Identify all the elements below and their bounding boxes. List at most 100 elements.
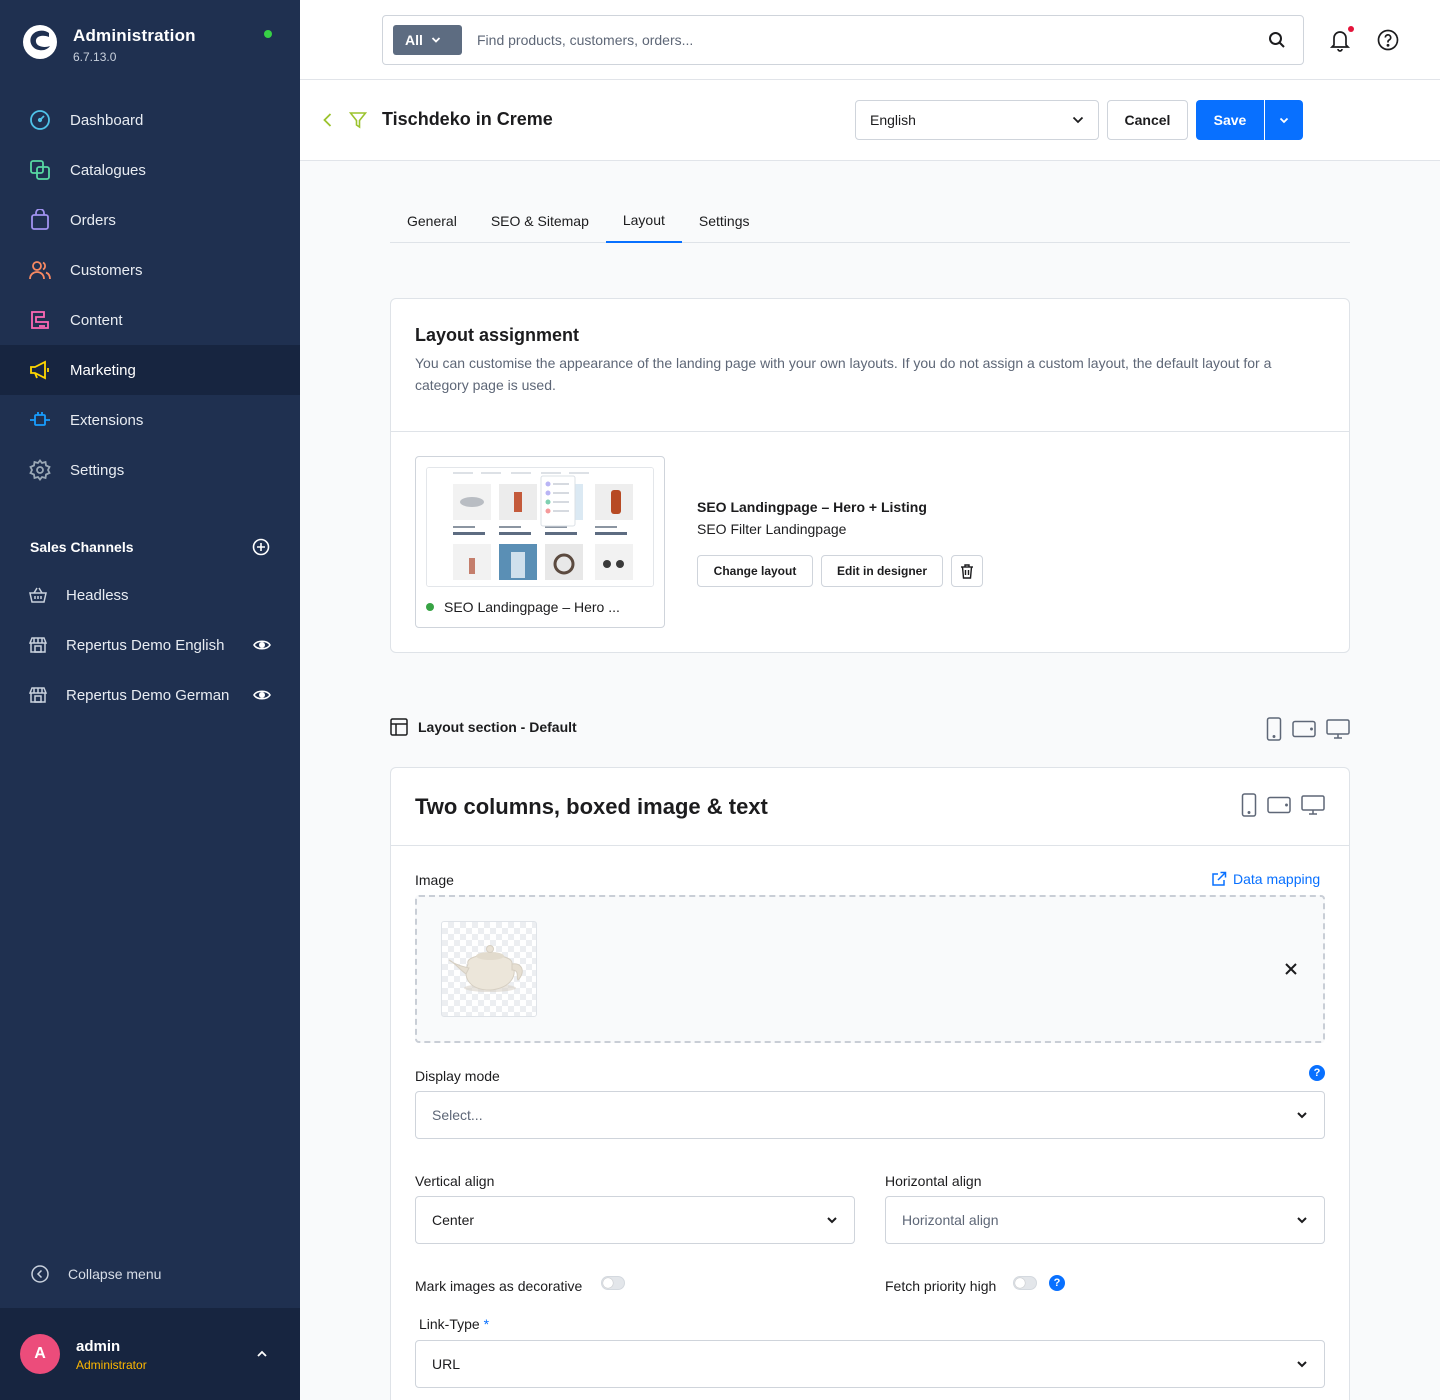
- layout-assignment-header: Layout assignment You can customise the …: [391, 299, 1349, 432]
- sales-channel-repertus-german[interactable]: Repertus Demo German: [0, 670, 300, 720]
- gear-icon: [28, 458, 52, 482]
- add-sales-channel-icon[interactable]: [252, 538, 270, 556]
- save-options-button[interactable]: [1265, 100, 1303, 140]
- help-icon[interactable]: ?: [1309, 1065, 1325, 1081]
- layout-assignment-title: Layout assignment: [415, 325, 580, 345]
- chevron-left-circle-icon: [31, 1265, 49, 1283]
- chevron-down-icon: [1297, 1112, 1307, 1119]
- avatar: A: [20, 1334, 60, 1374]
- sidebar-item-label: Dashboard: [70, 111, 144, 129]
- eye-icon[interactable]: [252, 685, 272, 705]
- storefront-icon: [28, 635, 48, 655]
- block-title: Two columns, boxed image & text: [415, 794, 768, 819]
- sidebar-item-settings[interactable]: Settings: [0, 445, 300, 495]
- basket-icon: [28, 585, 48, 605]
- sales-channel-label: Repertus Demo English: [66, 636, 225, 654]
- chevron-down-icon: [1279, 117, 1289, 123]
- search-type-select[interactable]: All: [393, 25, 462, 55]
- tab-settings[interactable]: Settings: [682, 200, 767, 243]
- sidebar-item-label: Marketing: [70, 361, 136, 379]
- tab-general[interactable]: General: [390, 200, 474, 243]
- eye-icon[interactable]: [252, 635, 272, 655]
- sidebar-item-label: Content: [70, 311, 123, 329]
- display-mode-value: Select...: [432, 1107, 483, 1123]
- mobile-icon[interactable]: [1241, 793, 1257, 817]
- display-mode-select[interactable]: Select...: [415, 1091, 1325, 1139]
- sidebar-item-extensions[interactable]: Extensions: [0, 395, 300, 445]
- app-title: Administration: [73, 26, 196, 45]
- edit-in-designer-button[interactable]: Edit in designer: [821, 555, 943, 587]
- tablet-icon[interactable]: [1292, 720, 1316, 738]
- image-thumbnail[interactable]: [441, 921, 537, 1017]
- image-dropzone[interactable]: [415, 895, 1325, 1043]
- page-header: Tischdeko in Creme English Cancel Save: [300, 80, 1440, 161]
- search-input[interactable]: [477, 32, 1267, 48]
- vertical-align-label: Vertical align: [415, 1173, 495, 1189]
- language-value: English: [870, 112, 916, 128]
- collapse-menu-button[interactable]: Collapse menu: [30, 1264, 161, 1284]
- vertical-align-value: Center: [432, 1212, 475, 1228]
- layout-section-header: Layout section - Default: [390, 718, 577, 736]
- cancel-button[interactable]: Cancel: [1107, 100, 1188, 140]
- sidebar-item-catalogues[interactable]: Catalogues: [0, 145, 300, 195]
- sidebar-item-label: Extensions: [70, 411, 144, 429]
- desktop-icon[interactable]: [1301, 795, 1325, 815]
- sidebar-item-customers[interactable]: Customers: [0, 245, 300, 295]
- sidebar-item-marketing[interactable]: Marketing: [0, 345, 300, 395]
- block-config-header: Two columns, boxed image & text: [391, 768, 1349, 846]
- link-type-label-text: Link-Type: [419, 1316, 480, 1332]
- change-layout-button[interactable]: Change layout: [697, 555, 813, 587]
- decorative-label: Mark images as decorative: [415, 1278, 583, 1294]
- help-icon[interactable]: [1376, 28, 1400, 52]
- chevron-left-icon[interactable]: [320, 112, 336, 128]
- bell-icon[interactable]: [1328, 28, 1352, 52]
- language-select[interactable]: English: [855, 100, 1099, 140]
- fetch-priority-toggle[interactable]: [1013, 1276, 1037, 1290]
- search-icon[interactable]: [1267, 30, 1287, 50]
- link-type-select[interactable]: URL: [415, 1340, 1325, 1388]
- sales-channel-repertus-english[interactable]: Repertus Demo English: [0, 620, 300, 670]
- sidebar-item-orders[interactable]: Orders: [0, 195, 300, 245]
- sidebar-item-label: Settings: [70, 461, 125, 479]
- tab-layout[interactable]: Layout: [605, 200, 682, 243]
- chevron-down-icon: [431, 37, 441, 43]
- layout-assignment-card: Layout assignment You can customise the …: [390, 298, 1350, 653]
- data-mapping-link[interactable]: Data mapping: [1211, 871, 1320, 887]
- sales-channel-headless[interactable]: Headless: [0, 570, 300, 620]
- sidebar-item-label: Orders: [70, 211, 116, 229]
- tablet-icon[interactable]: [1267, 796, 1291, 814]
- chevron-down-icon: [1297, 1361, 1307, 1368]
- layout-preview[interactable]: SEO Landingpage – Hero ...: [415, 456, 665, 628]
- user-role: Administrator: [76, 1358, 147, 1372]
- sales-channel-list: Headless Repertus Demo English Repertus …: [0, 570, 300, 720]
- brand[interactable]: Administration 6.7.13.0: [22, 24, 196, 64]
- layout-section-label: Layout section - Default: [418, 719, 577, 735]
- help-icon[interactable]: ?: [1049, 1275, 1065, 1291]
- tab-bar: General SEO & Sitemap Layout Settings: [390, 200, 1350, 243]
- content-icon: [28, 308, 52, 332]
- horizontal-align-select[interactable]: Horizontal align: [885, 1196, 1325, 1244]
- main-nav: Dashboard Catalogues Orders Customers Co…: [0, 95, 300, 495]
- vertical-align-select[interactable]: Center: [415, 1196, 855, 1244]
- chevron-up-icon[interactable]: [254, 1346, 270, 1362]
- sidebar-item-content[interactable]: Content: [0, 295, 300, 345]
- remove-image-icon[interactable]: [1283, 961, 1299, 977]
- save-button[interactable]: Save: [1196, 100, 1264, 140]
- sidebar-item-dashboard[interactable]: Dashboard: [0, 95, 300, 145]
- sidebar-item-label: Customers: [70, 261, 143, 279]
- user-menu[interactable]: A admin Administrator: [0, 1308, 300, 1400]
- app-version: 6.7.13.0: [73, 50, 117, 64]
- decorative-toggle[interactable]: [601, 1276, 625, 1290]
- layout-preview-image: [426, 467, 654, 587]
- online-status-dot: [264, 30, 272, 38]
- tab-seo-sitemap[interactable]: SEO & Sitemap: [474, 200, 606, 243]
- megaphone-icon: [28, 358, 52, 382]
- layout-type: SEO Filter Landingpage: [697, 521, 847, 537]
- mobile-icon[interactable]: [1266, 717, 1282, 741]
- chevron-down-icon: [827, 1217, 837, 1224]
- remove-layout-button[interactable]: [951, 555, 983, 587]
- storefront-icon: [28, 685, 48, 705]
- desktop-icon[interactable]: [1326, 719, 1350, 739]
- fetch-priority-label: Fetch priority high: [885, 1278, 997, 1294]
- shopping-bag-icon: [28, 208, 52, 232]
